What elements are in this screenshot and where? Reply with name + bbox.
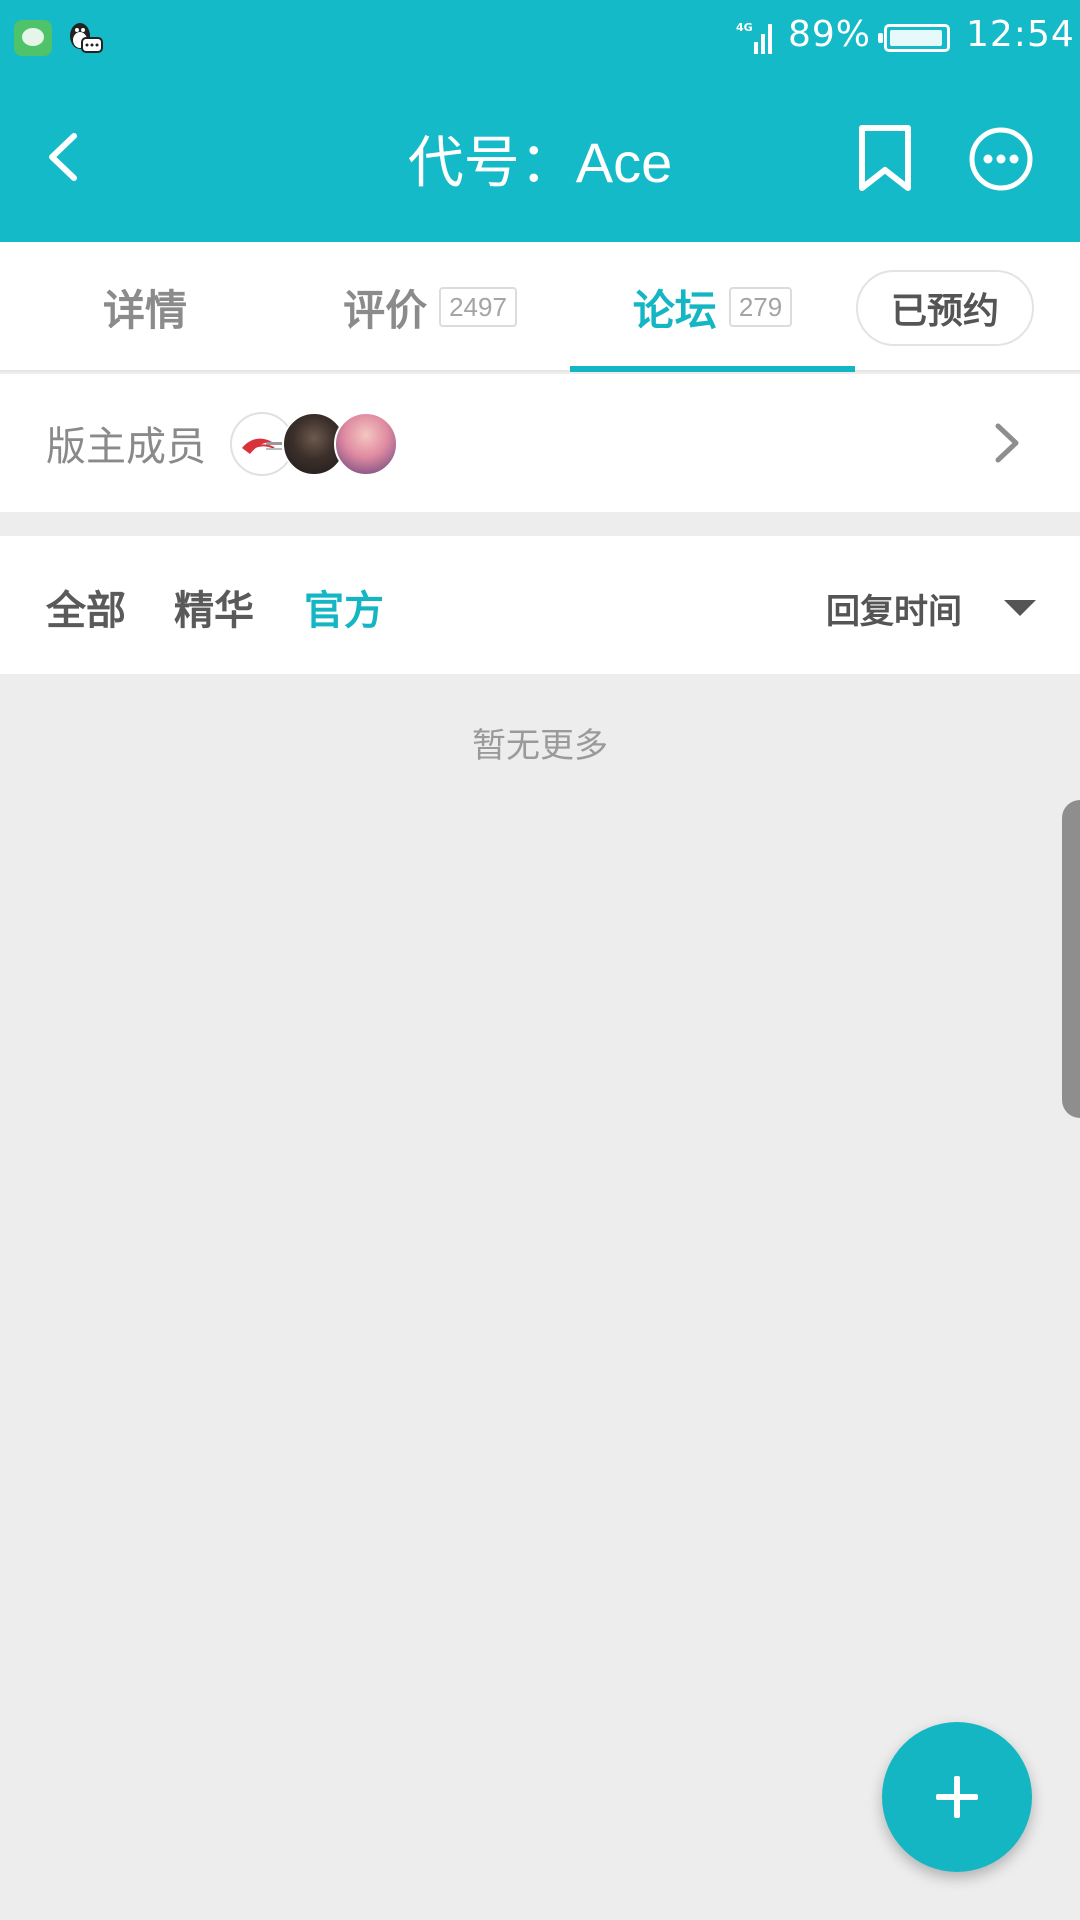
tab-forum-label: 论坛 bbox=[632, 286, 717, 334]
more-icon[interactable] bbox=[966, 124, 1036, 194]
tab-reviews-label: 评价 bbox=[343, 286, 428, 334]
tab-details[interactable]: 详情 bbox=[40, 242, 250, 372]
battery-percentage: 89% bbox=[788, 14, 872, 55]
bookmark-icon[interactable] bbox=[852, 122, 918, 194]
tab-reviews[interactable]: 评价 2497 bbox=[320, 242, 540, 372]
sort-dropdown[interactable]: 回复时间 bbox=[826, 584, 962, 633]
battery-icon bbox=[878, 24, 950, 52]
tab-reviews-count: 2497 bbox=[439, 287, 517, 327]
tab-forum-count: 279 bbox=[728, 287, 793, 327]
filter-all[interactable]: 全部 bbox=[46, 578, 126, 636]
clock: 12:54 bbox=[966, 14, 1075, 55]
page-title: 代号：Ace bbox=[407, 131, 673, 194]
status-bar: 4G 89% 12:54 bbox=[0, 0, 1080, 72]
wechat-icon bbox=[14, 20, 52, 56]
filter-bar: 全部 精华 官方 回复时间 bbox=[0, 536, 1080, 674]
caret-down-icon[interactable] bbox=[1004, 600, 1036, 616]
chevron-right-icon bbox=[995, 423, 1019, 463]
svg-text:4G: 4G bbox=[736, 21, 753, 34]
empty-state-text: 暂无更多 bbox=[472, 727, 608, 765]
signal-icon: 4G bbox=[736, 21, 772, 54]
app-header: 代号：Ace bbox=[0, 72, 1080, 242]
tab-details-label: 详情 bbox=[102, 286, 187, 334]
filter-featured[interactable]: 精华 bbox=[174, 578, 254, 636]
tab-forum[interactable]: 论坛 279 bbox=[570, 242, 855, 372]
tab-bar: 详情 评价 2497 论坛 279 已预约 bbox=[0, 242, 1080, 372]
filter-official[interactable]: 官方 bbox=[304, 578, 384, 636]
qq-icon bbox=[70, 23, 103, 53]
moderators-label: 版主成员 bbox=[46, 425, 206, 469]
new-post-button[interactable] bbox=[882, 1722, 1032, 1872]
active-tab-indicator bbox=[570, 366, 855, 372]
reserved-button[interactable]: 已预约 bbox=[856, 270, 1034, 346]
avatar bbox=[334, 412, 398, 476]
moderators-row[interactable]: 版主成员 bbox=[0, 374, 1080, 512]
scrollbar[interactable] bbox=[1062, 800, 1080, 1118]
